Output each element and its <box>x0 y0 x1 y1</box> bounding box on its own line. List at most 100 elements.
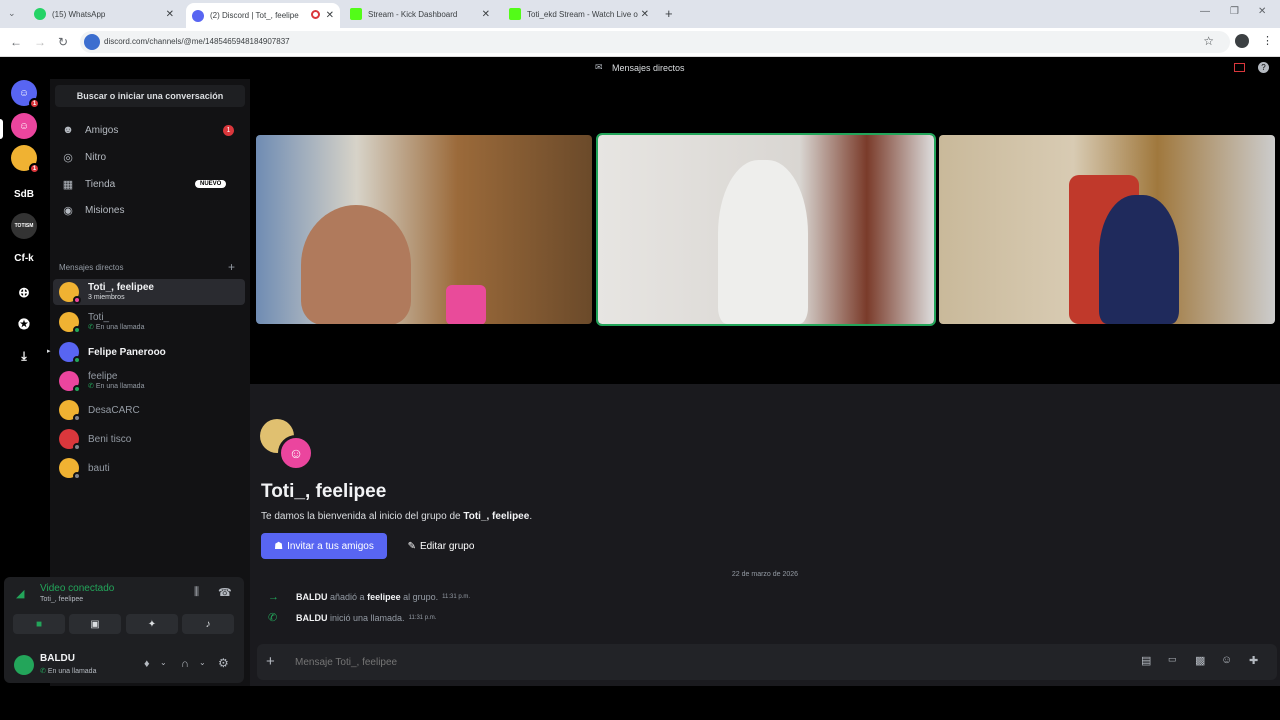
dm-sub: En una llamada <box>95 383 145 390</box>
voice-channel[interactable]: Toti_, feelipee <box>40 596 83 603</box>
button-label: Editar grupo <box>419 540 475 552</box>
menu-icon[interactable]: ⋮ <box>1262 34 1273 47</box>
close-icon[interactable]: ✕ <box>482 9 490 20</box>
video-tile[interactable] <box>939 135 1275 324</box>
activities-icon: ✦ <box>147 618 157 630</box>
server-icon[interactable]: 1 <box>11 145 40 174</box>
inbox-icon[interactable] <box>1234 63 1245 72</box>
tab-discord[interactable]: (2) Discord | Tot_, feelipe ✕ <box>186 3 340 28</box>
soundboard-button[interactable]: ♪ <box>182 614 234 634</box>
emoji-icon[interactable]: ☺ <box>1221 654 1232 666</box>
screen-share-button[interactable]: ▣ <box>69 614 121 634</box>
bookmark-star-icon[interactable]: ☆ <box>1203 34 1214 48</box>
help-icon[interactable]: ? <box>1258 62 1269 73</box>
gif-icon[interactable]: ▭ <box>1168 654 1177 665</box>
back-icon[interactable]: ← <box>10 35 22 49</box>
edit-group-button[interactable]: ✎ Editar grupo <box>396 533 486 559</box>
phone-icon: ✆ <box>88 383 94 390</box>
tab-search-icon[interactable]: ⌄ <box>8 8 16 19</box>
download-icon[interactable]: ⤓ <box>11 343 37 369</box>
reload-icon[interactable]: ↻ <box>58 35 68 49</box>
close-icon[interactable]: ✕ <box>166 9 174 20</box>
home-button[interactable]: ☺ 1 <box>11 80 40 109</box>
dm-item[interactable]: feelipe ✆ En una llamada <box>53 368 245 394</box>
user-panel: BALDU ✆ En una llamada ♦ ⌄ ∩ ⌄ ⚙ <box>4 647 244 683</box>
nav-shop[interactable]: ▦ Tienda NUEVO <box>55 172 245 196</box>
url-text: discord.com/channels/@me/148546594818490… <box>104 37 290 46</box>
nav-quests[interactable]: ◉ Misiones <box>55 198 245 222</box>
message-input[interactable] <box>295 653 1095 671</box>
close-icon[interactable]: ✕ <box>641 9 649 20</box>
nav-friends[interactable]: ☻ Amigos 1 <box>55 118 245 142</box>
dm-item[interactable]: DesaCARC <box>53 397 245 423</box>
nav-nitro[interactable]: ◎ Nitro <box>55 145 245 169</box>
server-label: Cf-k <box>14 252 34 264</box>
tab-kick-stream[interactable]: Toti_ekd Stream - Watch Live o ✕ <box>503 4 655 24</box>
headphones-icon[interactable]: ∩ <box>181 658 189 670</box>
bottom-strip <box>0 686 1280 720</box>
status-dot <box>73 443 81 451</box>
close-window-icon[interactable]: ✕ <box>1258 6 1266 17</box>
sticker-icon[interactable]: ▩ <box>1195 654 1205 667</box>
server-totism[interactable]: TOTISM <box>11 213 37 239</box>
top-bar: ✉ Mensajes directos ? <box>0 57 1280 79</box>
dm-sub: En una llamada <box>95 324 145 331</box>
add-server-icon[interactable]: ⊕ <box>11 279 37 305</box>
profile-icon[interactable] <box>1235 34 1249 48</box>
create-dm-icon[interactable]: + <box>228 260 235 274</box>
button-label: Invitar a tus amigos <box>287 540 374 552</box>
gift-icon[interactable]: ▤ <box>1141 654 1151 667</box>
message-target[interactable]: feelipee <box>367 592 401 602</box>
dm-item[interactable]: bauti <box>53 455 245 481</box>
avatar[interactable] <box>14 655 34 675</box>
participant-video <box>446 285 486 324</box>
activities-button[interactable]: ✦ <box>126 614 178 634</box>
dm-item[interactable]: Toti_, feelipee 3 miembros <box>53 279 245 305</box>
avatar <box>59 458 81 480</box>
chevron-down-icon[interactable]: ⌄ <box>160 658 167 667</box>
gear-icon[interactable]: ⚙ <box>218 656 229 670</box>
dm-item[interactable]: Felipe Panerooo <box>53 339 245 365</box>
minimize-icon[interactable]: — <box>1200 6 1210 17</box>
dm-name: Felipe Panerooo <box>88 346 166 358</box>
search-button[interactable]: Buscar o iniciar una conversación <box>55 85 245 107</box>
signal-icon[interactable]: ◢ <box>16 587 24 600</box>
site-info-icon[interactable] <box>84 34 100 50</box>
apps-icon[interactable]: ✚ <box>1249 654 1258 667</box>
search-label: Buscar o iniciar una conversación <box>76 91 224 101</box>
system-message: ✆ BALDU inició una llamada. 11:31 p.m. <box>268 611 436 624</box>
message-actor[interactable]: BALDU <box>296 613 328 623</box>
forward-icon[interactable]: → <box>34 35 46 49</box>
pencil-icon: ✎ <box>407 540 416 552</box>
group-dm-avatar[interactable]: ☺ <box>11 113 37 139</box>
tab-label: (2) Discord | Tot_, feelipe <box>210 11 299 20</box>
video-tile-speaking[interactable] <box>596 133 936 326</box>
welcome-text: Te damos la bienvenida al inicio del gru… <box>261 511 532 522</box>
dm-item[interactable]: Beni tisco <box>53 426 245 452</box>
dm-sub: 3 miembros <box>88 294 125 301</box>
url-field[interactable]: discord.com/channels/@me/148546594818490… <box>80 31 1230 53</box>
dm-item[interactable]: Toti_ ✆ En una llamada <box>53 309 245 335</box>
attach-plus-icon[interactable]: + <box>266 653 275 670</box>
mic-icon[interactable]: ♦ <box>144 658 150 670</box>
camera-button[interactable]: ■ <box>13 614 65 634</box>
message-actor[interactable]: BALDU <box>296 592 328 602</box>
invite-friends-button[interactable]: ☗ Invitar a tus amigos <box>261 533 387 559</box>
notification-badge: 1 <box>29 163 40 174</box>
nav-label: Tienda <box>85 178 116 190</box>
new-tab-icon[interactable]: + <box>665 6 673 21</box>
server-cfk[interactable]: Cf-k <box>11 245 37 271</box>
close-icon[interactable]: ✕ <box>326 10 334 21</box>
voice-panel: ◢ Video conectado Toti_, feelipee ⫼ ☎ ■ … <box>4 577 244 647</box>
tab-kick-dashboard[interactable]: Stream - Kick Dashboard ✕ <box>344 4 496 24</box>
disconnect-icon[interactable]: ☎ <box>218 586 232 599</box>
chevron-down-icon[interactable]: ⌄ <box>199 658 206 667</box>
tab-whatsapp[interactable]: (15) WhatsApp ✕ <box>28 4 180 24</box>
restore-icon[interactable]: ❐ <box>1230 6 1239 17</box>
video-tile[interactable] <box>256 135 592 324</box>
voice-status: Video conectado <box>40 583 115 594</box>
server-sdb[interactable]: SdB <box>11 181 37 207</box>
noise-suppression-icon[interactable]: ⫼ <box>194 586 199 599</box>
discord-logo-icon: ☺ <box>18 87 30 99</box>
discover-icon[interactable]: ✪ <box>11 311 37 337</box>
